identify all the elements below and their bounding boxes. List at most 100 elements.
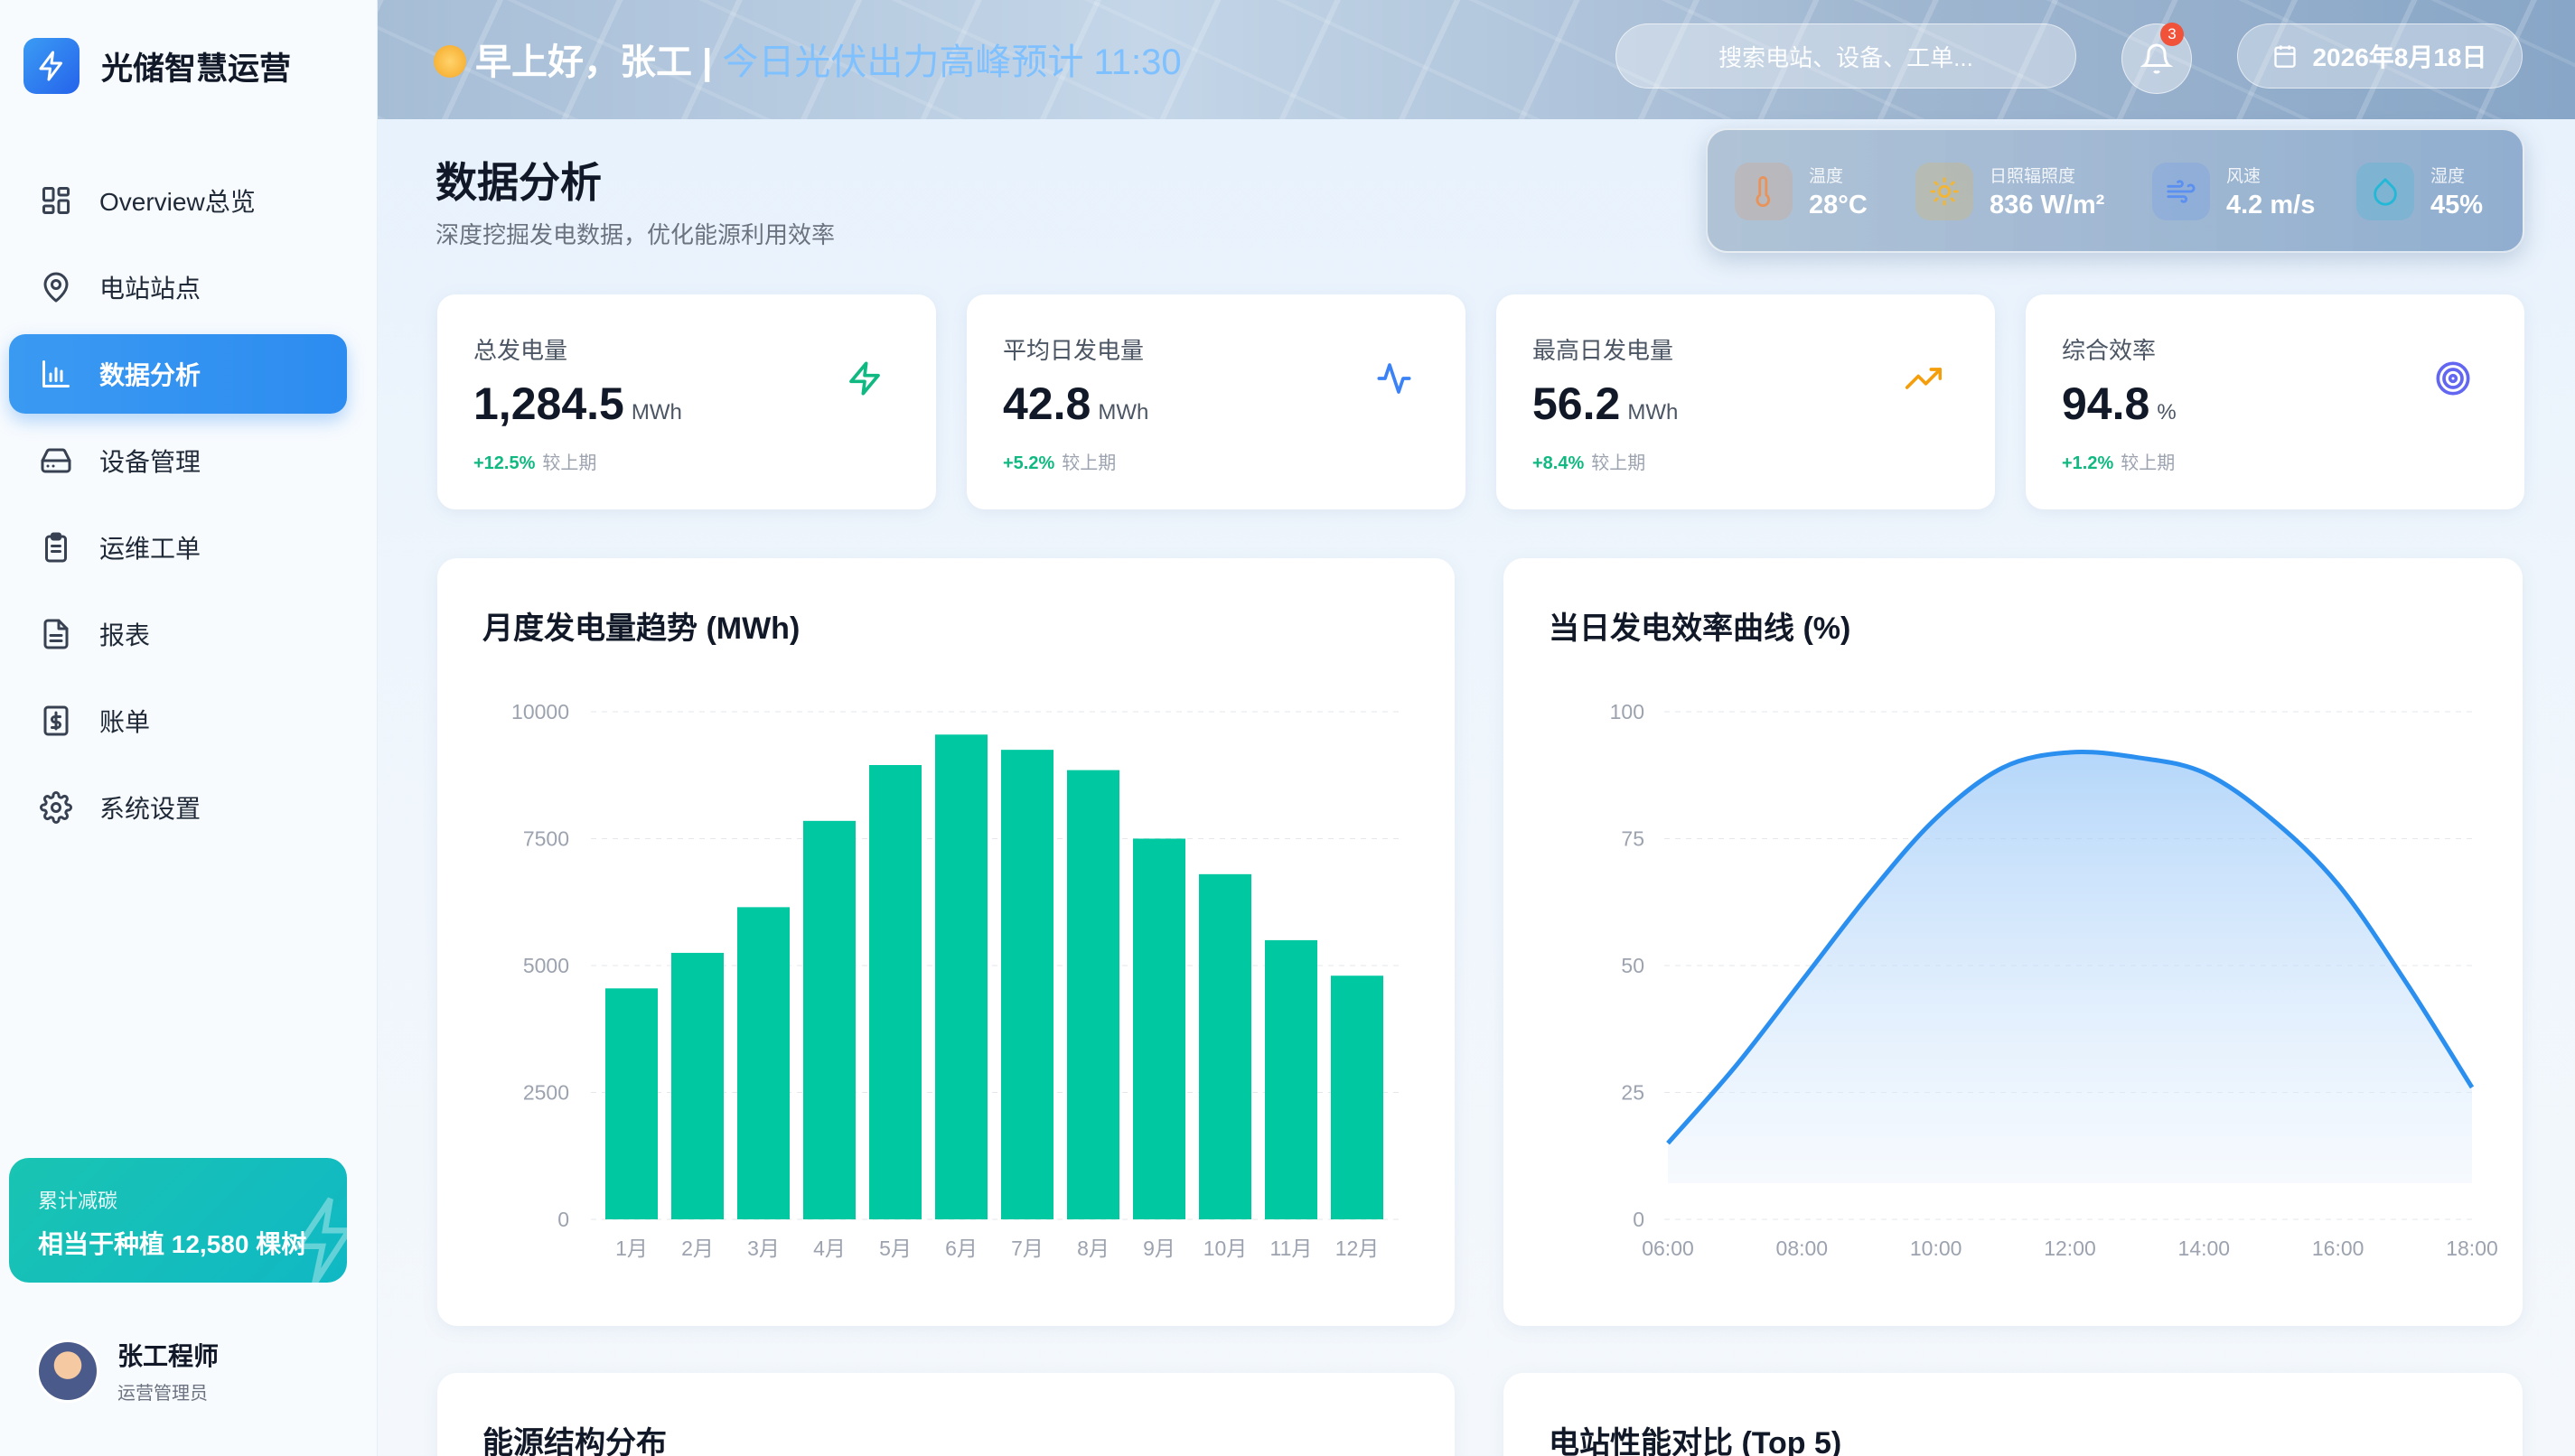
carbon-card: 累计减碳 相当于种植 12,580 棵树: [9, 1158, 347, 1283]
weather-value: 45%: [2430, 191, 2484, 219]
stat-unit: MWh: [1627, 400, 1679, 425]
map-pin-icon: [38, 269, 74, 305]
notification-button[interactable]: 3: [2121, 23, 2192, 94]
target-icon: [2423, 349, 2483, 408]
x-tick-label: 2月: [681, 1237, 714, 1260]
calendar-icon: [2274, 45, 2297, 68]
x-tick-label: 14:00: [2178, 1237, 2231, 1260]
sidebar: 光储智慧运营 Overview总览电站站点数据分析设备管理运维工单报表账单系统设…: [0, 0, 378, 1456]
y-tick-label: 50: [1621, 954, 1644, 977]
greeting: 早上好，张工 | 今日光伏出力高峰预计 11:30: [434, 33, 1182, 85]
file-text-icon: [38, 616, 74, 652]
stat-change: +5.2% 较上期: [1003, 448, 1116, 474]
station-compare-title: 电站性能对比 (Top 5): [1549, 1426, 1842, 1456]
x-tick-label: 10:00: [1910, 1237, 1962, 1260]
x-tick-label: 8月: [1077, 1237, 1110, 1260]
y-tick-label: 100: [1610, 700, 1644, 723]
lightning-icon: [293, 1197, 347, 1283]
y-tick-label: 75: [1621, 827, 1644, 851]
bell-icon: [2140, 43, 2173, 74]
weather-item: 温度 28°C: [1735, 163, 1868, 220]
stat-change: +1.2% 较上期: [2062, 448, 2175, 474]
bar[interactable]: [1001, 750, 1053, 1219]
nav-item-label: 数据分析: [99, 361, 201, 389]
bar[interactable]: [869, 765, 922, 1219]
stat-change-label: 较上期: [1591, 453, 1646, 473]
stat-number: 1,284.5: [473, 378, 624, 429]
nav-item-4[interactable]: 运维工单: [9, 508, 347, 587]
nav-item-1[interactable]: 电站站点: [9, 247, 347, 327]
stat-label: 平均日发电量: [1003, 337, 1145, 364]
nav-item-2[interactable]: 数据分析: [9, 334, 347, 414]
x-tick-label: 11月: [1270, 1237, 1313, 1260]
avatar: [36, 1339, 99, 1403]
grid-icon: [38, 182, 74, 219]
bar[interactable]: [1067, 770, 1119, 1219]
stat-change-value: +8.4%: [1532, 453, 1585, 473]
y-tick-label: 5000: [523, 954, 569, 977]
x-tick-label: 06:00: [1642, 1237, 1694, 1260]
gear-icon: [38, 789, 74, 826]
nav-item-label: 报表: [99, 621, 151, 649]
x-tick-label: 12月: [1335, 1237, 1380, 1260]
page-subtitle: 深度挖掘发电数据，优化能源利用效率: [435, 221, 836, 248]
stat-number: 56.2: [1532, 378, 1621, 429]
nav-item-7[interactable]: 系统设置: [9, 768, 347, 847]
stat-change-value: +12.5%: [473, 453, 536, 473]
bar[interactable]: [935, 734, 988, 1219]
x-tick-label: 6月: [945, 1237, 978, 1260]
bar[interactable]: [671, 952, 724, 1219]
dollar-icon: [38, 703, 74, 739]
weather-widget: 温度 28°C 日照辐照度 836 W/m² 风速 4.2 m/s 湿度 45%: [1706, 128, 2524, 253]
nav-item-6[interactable]: 账单: [9, 681, 347, 761]
date-picker[interactable]: 2026年8月18日: [2237, 23, 2523, 89]
page-title: 数据分析: [435, 159, 602, 206]
bar[interactable]: [1265, 939, 1317, 1219]
x-tick-label: 10月: [1203, 1237, 1248, 1260]
bar[interactable]: [1133, 838, 1185, 1220]
bar[interactable]: [1199, 873, 1251, 1219]
y-tick-label: 2500: [523, 1081, 569, 1105]
stat-change-label: 较上期: [2121, 453, 2176, 473]
y-tick-label: 25: [1621, 1081, 1644, 1105]
weather-item: 湿度 45%: [2356, 163, 2483, 220]
nav-item-label: 运维工单: [99, 535, 201, 563]
notification-badge: 3: [2160, 23, 2184, 46]
x-tick-label: 12:00: [2044, 1237, 2096, 1260]
weather-item: 日照辐照度 836 W/m²: [1915, 163, 2104, 220]
stat-unit: MWh: [1098, 400, 1149, 425]
sidebar-nav: Overview总览电站站点数据分析设备管理运维工单报表账单系统设置: [9, 161, 347, 854]
user-name: 张工程师: [117, 1342, 220, 1370]
bar[interactable]: [803, 820, 856, 1219]
nav-item-label: Overview总览: [99, 188, 256, 216]
weather-label: 湿度: [2430, 167, 2466, 186]
stat-label: 综合效率: [2062, 337, 2157, 364]
stat-number: 42.8: [1003, 378, 1091, 429]
stat-card: 总发电量 1,284.5 MWh +12.5% 较上期: [437, 294, 936, 509]
monthly-bar-chart: 0 2500 5000 7500 10000 1月 2月 3月 4月 5月 6月 7月 8月 9月 10月 1…: [511, 700, 1404, 1260]
monthly-chart-card: 月度发电量趋势 (MWh) 0 2500 5000 7500 10000 1月 2月 3月 4月…: [437, 558, 1455, 1326]
y-tick-label: 10000: [511, 700, 569, 723]
efficiency-area-chart: 0 25 50 75 100 06:00 08:00 10:00 12:00 14:00 16:00…: [1610, 700, 2498, 1260]
search-input[interactable]: 搜索电站、设备、工单...: [1615, 23, 2076, 89]
nav-item-3[interactable]: 设备管理: [9, 421, 347, 500]
stat-card: 最高日发电量 56.2 MWh +8.4% 较上期: [1496, 294, 1995, 509]
brand[interactable]: 光储智慧运营: [23, 38, 291, 94]
wind-icon: [2152, 163, 2210, 220]
station-compare-card: 电站性能对比 (Top 5): [1503, 1373, 2523, 1456]
efficiency-chart-card: 当日发电效率曲线 (%) 0 25 50 75 100 06:00 08:00 10:00 12…: [1503, 558, 2523, 1326]
bar[interactable]: [737, 907, 790, 1219]
bar[interactable]: [1331, 975, 1383, 1219]
stat-change: +8.4% 较上期: [1532, 448, 1645, 474]
nav-item-5[interactable]: 报表: [9, 594, 347, 674]
stat-value: 42.8 MWh: [1003, 378, 1148, 430]
nav-item-label: 系统设置: [99, 795, 201, 823]
stat-change-label: 较上期: [542, 453, 597, 473]
area-fill: [1668, 751, 2472, 1183]
user-profile[interactable]: 张工程师 运营管理员: [36, 1337, 219, 1405]
thermometer-icon: [1735, 163, 1793, 220]
y-tick-label: 0: [1633, 1208, 1644, 1231]
bar[interactable]: [605, 988, 658, 1219]
nav-item-0[interactable]: Overview总览: [9, 161, 347, 240]
weather-value: 28°C: [1809, 191, 1868, 219]
